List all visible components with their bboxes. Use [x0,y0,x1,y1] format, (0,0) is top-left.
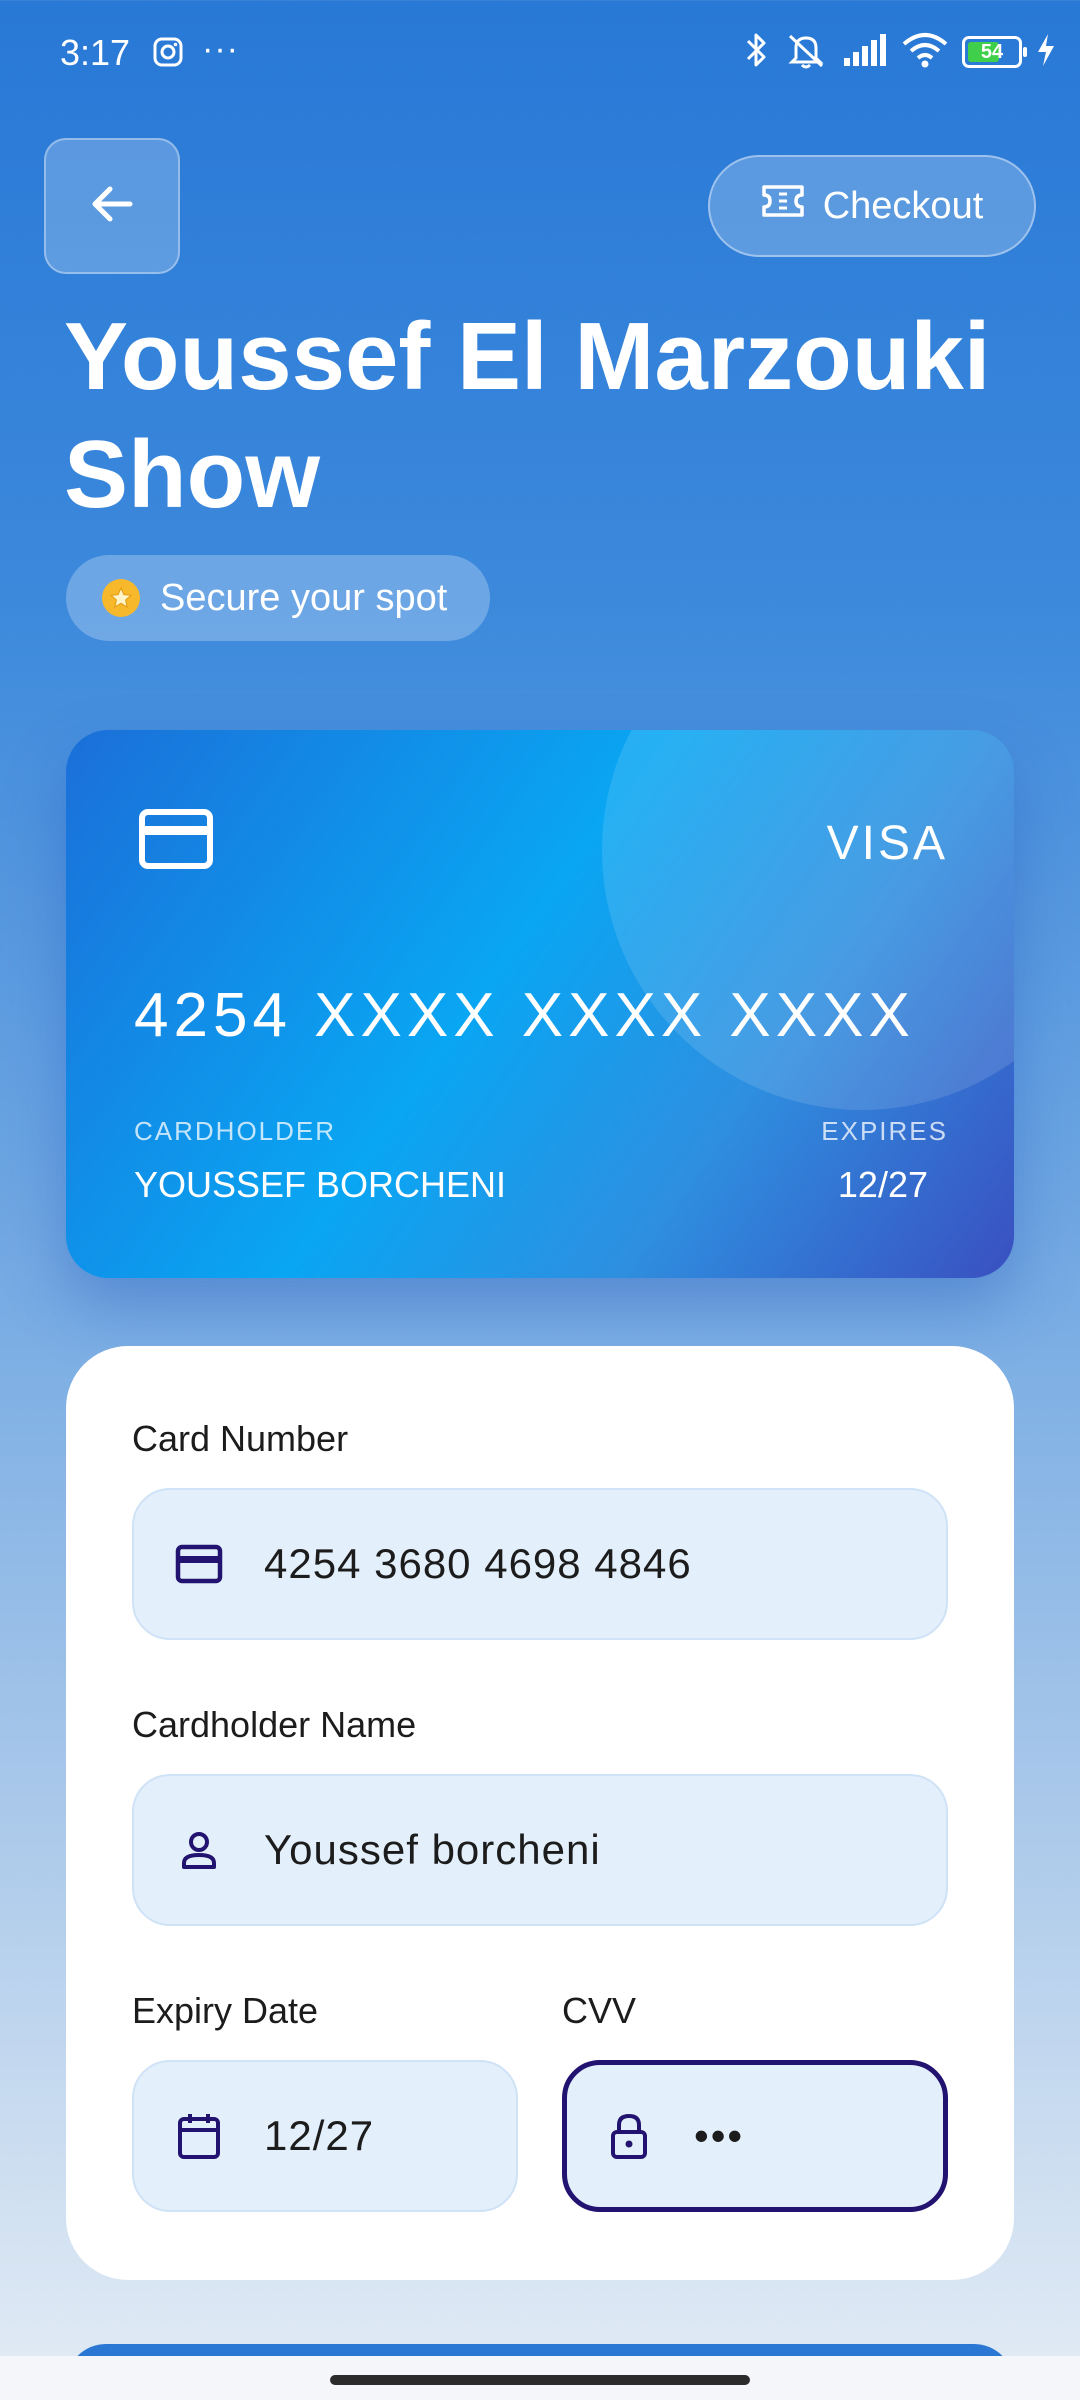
badge-label: Secure your spot [160,576,448,619]
status-icons: 54 [744,30,1056,74]
ticket-icon [761,183,805,229]
notification-more-icon: ··· [202,30,239,68]
cardholder-caption: CARDHOLDER [134,1116,337,1146]
secure-spot-badge: Secure your spot [66,555,490,641]
arrow-left-icon [86,178,138,235]
expiry-date-value: 12/27 [264,2112,375,2159]
instagram-icon [152,36,184,68]
card-brand: VISA [826,817,948,870]
cvv-value: ••• [694,2112,745,2159]
mute-icon [784,30,828,75]
charging-icon [1036,33,1056,72]
cardholder-name: YOUSSEF BORCHENI [134,1164,507,1205]
card-number-label: Card Number [132,1418,349,1459]
calendar-icon [174,2112,224,2160]
credit-card-icon [138,808,214,875]
bluetooth-icon [744,31,770,74]
back-button[interactable] [44,138,180,274]
credit-card-icon [174,1544,224,1584]
person-icon [174,1830,224,1870]
cardholder-name-value: Youssef borcheni [264,1826,601,1873]
expiry-date-label: Expiry Date [132,1990,319,2031]
cardholder-name-field[interactable]: Youssef borcheni [132,1774,948,1926]
checkout-button[interactable]: Checkout [708,155,1036,257]
credit-card-preview: VISA 4254 XXXX XXXX XXXX CARDHOLDER YOUS… [66,730,1014,1278]
cvv-label: CVV [562,1990,637,2031]
status-time: 3:17 [60,32,131,73]
card-number-masked: 4254 XXXX XXXX XXXX [134,981,915,1050]
lock-icon [604,2112,654,2160]
card-decoration [602,730,1014,1110]
payment-form: Card Number 4254 3680 4698 4846 Cardhold… [66,1346,1014,2280]
star-icon [102,579,140,617]
battery-level: 54 [980,40,1004,63]
status-bar: 3:17 ··· 54 [0,0,1080,110]
card-number-value: 4254 3680 4698 4846 [264,1540,692,1587]
cardholder-name-label: Cardholder Name [132,1704,417,1745]
page-title: Youssef El Marzouki Show [64,303,991,528]
home-indicator[interactable] [330,2375,750,2385]
expires-caption: EXPIRES [821,1116,948,1146]
checkout-label: Checkout [822,184,984,227]
expires-value: 12/27 [837,1164,928,1205]
expiry-date-field[interactable]: 12/27 [132,2060,518,2212]
battery-icon: 54 [962,36,1027,68]
wifi-icon [902,32,948,73]
cvv-field[interactable]: ••• [562,2060,948,2212]
card-number-field[interactable]: 4254 3680 4698 4846 [132,1488,948,1640]
signal-icon [842,33,888,71]
